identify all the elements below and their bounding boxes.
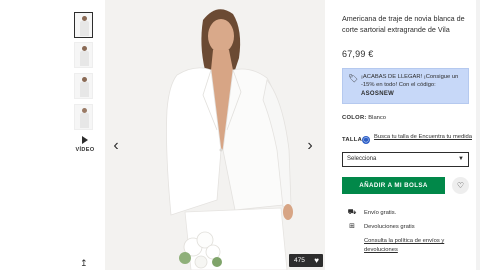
promo-code: ASOSNEW — [361, 91, 395, 97]
size-row: TALLA: ◯ Busca tu talla de Encuentra tu … — [342, 133, 472, 149]
model-figure-icon — [80, 77, 89, 97]
model-figure-icon — [80, 108, 89, 128]
promo-text: ¡ACABAS DE LLEGAR! ¡Consigue un -15% en … — [361, 74, 459, 88]
promo-banner: 🏷 ¡ACABAS DE LLEGAR! ¡Consigue un -15% e… — [342, 68, 469, 104]
video-label: VÍDEO — [75, 147, 95, 153]
heart-icon: ♥ — [314, 256, 319, 265]
chevron-left-icon[interactable]: ‹ — [110, 138, 122, 154]
wishlist-button[interactable]: ♡ — [452, 177, 469, 194]
size-select-value: Selecciona — [347, 156, 377, 162]
model-figure-icon — [80, 46, 89, 66]
color-label: COLOR: — [342, 115, 367, 121]
tag-icon: 🏷 — [348, 74, 359, 83]
product-price: 67,99 € — [342, 49, 374, 59]
free-shipping-text: Envío gratis. — [364, 210, 397, 216]
product-title: Americana de traje de novia blanca de co… — [342, 14, 465, 34]
size-guide-link[interactable]: Busca tu talla de Encuentra tu medida — [374, 133, 472, 141]
thumbnail-3[interactable] — [74, 73, 93, 99]
chevron-right-icon[interactable]: › — [304, 138, 316, 154]
model-figure-icon — [80, 16, 89, 36]
chevron-down-icon: ▼ — [458, 156, 464, 162]
size-select[interactable]: Selecciona ▼ — [342, 152, 469, 167]
likes-badge[interactable]: 475 ♥ — [289, 254, 323, 267]
ruler-icon: ◯ — [362, 136, 370, 144]
thumbnail-2[interactable] — [74, 42, 93, 68]
likes-count: 475 — [294, 257, 305, 264]
play-icon — [82, 136, 88, 144]
heart-outline-icon: ♡ — [456, 181, 465, 190]
main-product-image — [105, 0, 325, 270]
color-row: COLOR: Blanco — [342, 115, 386, 121]
free-returns-text: Devoluciones gratis — [364, 224, 415, 230]
video-button[interactable]: VÍDEO — [72, 134, 98, 158]
thumbnail-column: VÍDEO ↥ — [0, 0, 105, 270]
shipping-policy-link[interactable]: Consulta la política de envíos y devoluc… — [364, 237, 464, 255]
thumbnail-1[interactable] — [74, 12, 93, 38]
color-value: Blanco — [368, 115, 387, 121]
add-to-bag-button[interactable]: AÑADIR A MI BOLSA — [342, 177, 445, 194]
truck-icon: ⛟ — [347, 209, 357, 216]
size-label: TALLA: — [342, 137, 365, 143]
scroll-up-icon[interactable]: ↥ — [80, 258, 90, 268]
page-scrollbar[interactable] — [476, 0, 480, 270]
thumbnail-4[interactable] — [74, 104, 93, 130]
returns-icon: ⊞ — [349, 223, 355, 230]
product-details-panel: Americana de traje de novia blanca de co… — [335, 0, 475, 270]
model-photo-illustration — [105, 0, 325, 270]
